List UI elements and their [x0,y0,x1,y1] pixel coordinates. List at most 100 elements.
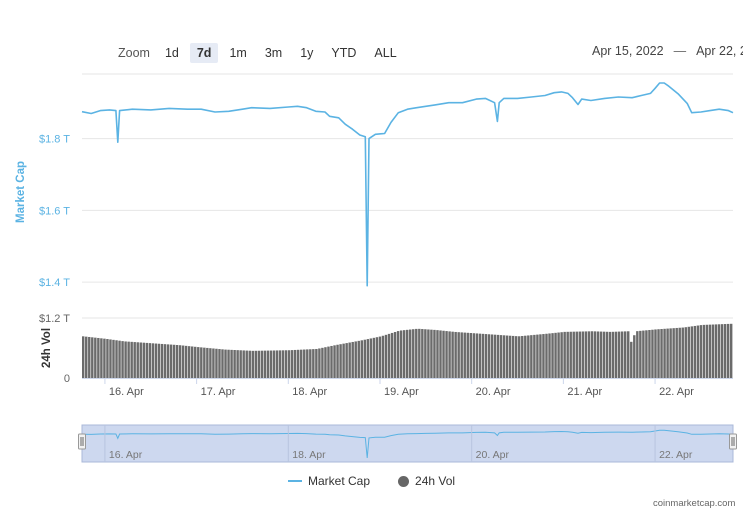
navigator-tick-label: 16. Apr [109,449,143,461]
volume-bar [227,349,230,378]
volume-bar [393,332,397,378]
volume-bar [357,340,360,378]
volume-bar [306,349,309,378]
volume-bar [518,336,521,378]
volume-bar [375,337,379,378]
volume-bar [351,341,354,378]
legend-24h-vol-label: 24h Vol [415,474,456,488]
volume-bar [569,331,572,378]
volume-bar [630,341,633,378]
volume-bar [639,330,642,378]
navigator-tick-label: 22. Apr [659,449,693,461]
volume-bar [278,350,282,378]
volume-bar [281,350,285,378]
volume-bar [82,336,85,378]
volume-bar [648,330,651,378]
volume-bar [151,343,155,378]
volume-bar [269,350,273,378]
volume-bar [599,331,603,378]
volume-bar [409,329,412,378]
volume-bar [439,330,442,378]
volume-bar [530,335,533,378]
volume-bar [620,331,624,378]
volume-bar [729,323,733,378]
volume-bar [263,350,267,378]
volume-bar [636,331,639,378]
volume-bar [675,327,678,378]
volume-bar [696,325,700,378]
volume-tick-label: 0 [64,373,70,385]
volume-bar [312,349,315,378]
legend-market-cap[interactable]: Market Cap [288,474,370,488]
volume-bar [91,337,94,378]
volume-bar [590,331,594,378]
volume-bar [554,332,557,378]
legend-market-cap-label: Market Cap [308,474,371,488]
volume-bar [97,337,100,378]
volume-bar [181,345,185,378]
volume-bar [448,331,451,378]
volume-bar [511,335,515,378]
volume-bar [342,343,345,378]
volume-bar [405,329,409,378]
volume-bar [172,344,176,378]
volume-bar [657,329,660,378]
volume-bar [363,339,367,378]
legend-24h-vol[interactable]: 24h Vol [398,474,455,488]
volume-bar [336,344,339,378]
volume-bar [157,343,161,378]
volume-bar [251,350,254,378]
volume-bar [487,334,491,378]
volume-bar [663,328,666,378]
volume-bar [563,331,566,378]
volume-bar [539,334,542,378]
volume-bar [184,345,188,378]
volume-bar [508,335,512,378]
volume-bar [333,345,336,378]
volume-bar [136,342,139,378]
volume-bar [693,325,697,378]
volume-bar [175,344,179,378]
x-tick-label: 18. Apr [292,386,327,398]
volume-bar [575,331,578,378]
volume-bar [293,349,297,378]
volume-bar [260,350,264,378]
volume-bar [85,336,88,378]
volume-bar [551,333,554,378]
volume-bar [369,338,373,378]
volume-bar [424,329,427,378]
volume-bar [327,346,330,378]
x-tick-label: 19. Apr [384,386,419,398]
volume-bar [139,342,142,378]
x-tick-label: 17. Apr [201,386,236,398]
volume-bar [236,350,239,378]
volume-bar [714,324,718,378]
volume-bar [433,329,436,378]
volume-bar [548,333,551,378]
volume-bar [566,331,569,378]
volume-bar [496,334,500,378]
volume-bars [82,323,733,378]
market-cap-chart[interactable]: $1.8 T $1.6 T $1.4 T Market Cap $1.2 T 0 24h V… [0,0,743,511]
volume-bar [169,344,173,378]
volume-bar [557,332,560,378]
volume-bar [651,329,654,378]
volume-bar [360,340,363,378]
volume-bar [684,327,687,378]
navigator-handle-right[interactable] [729,433,737,450]
volume-bar [687,326,691,378]
volume-bar [221,349,224,378]
volume-bar [451,331,454,378]
volume-bar [430,329,433,378]
volume-bar [608,331,612,378]
volume-bar [215,348,218,378]
volume-bar [581,331,585,378]
volume-bar [493,334,497,378]
volume-bar [463,332,466,378]
volume-bar [499,335,503,378]
volume-bar [109,339,112,378]
navigator-handle-left[interactable] [78,433,86,450]
volume-bar [163,344,167,378]
volume-bar [466,332,469,378]
volume-bar [505,335,509,378]
